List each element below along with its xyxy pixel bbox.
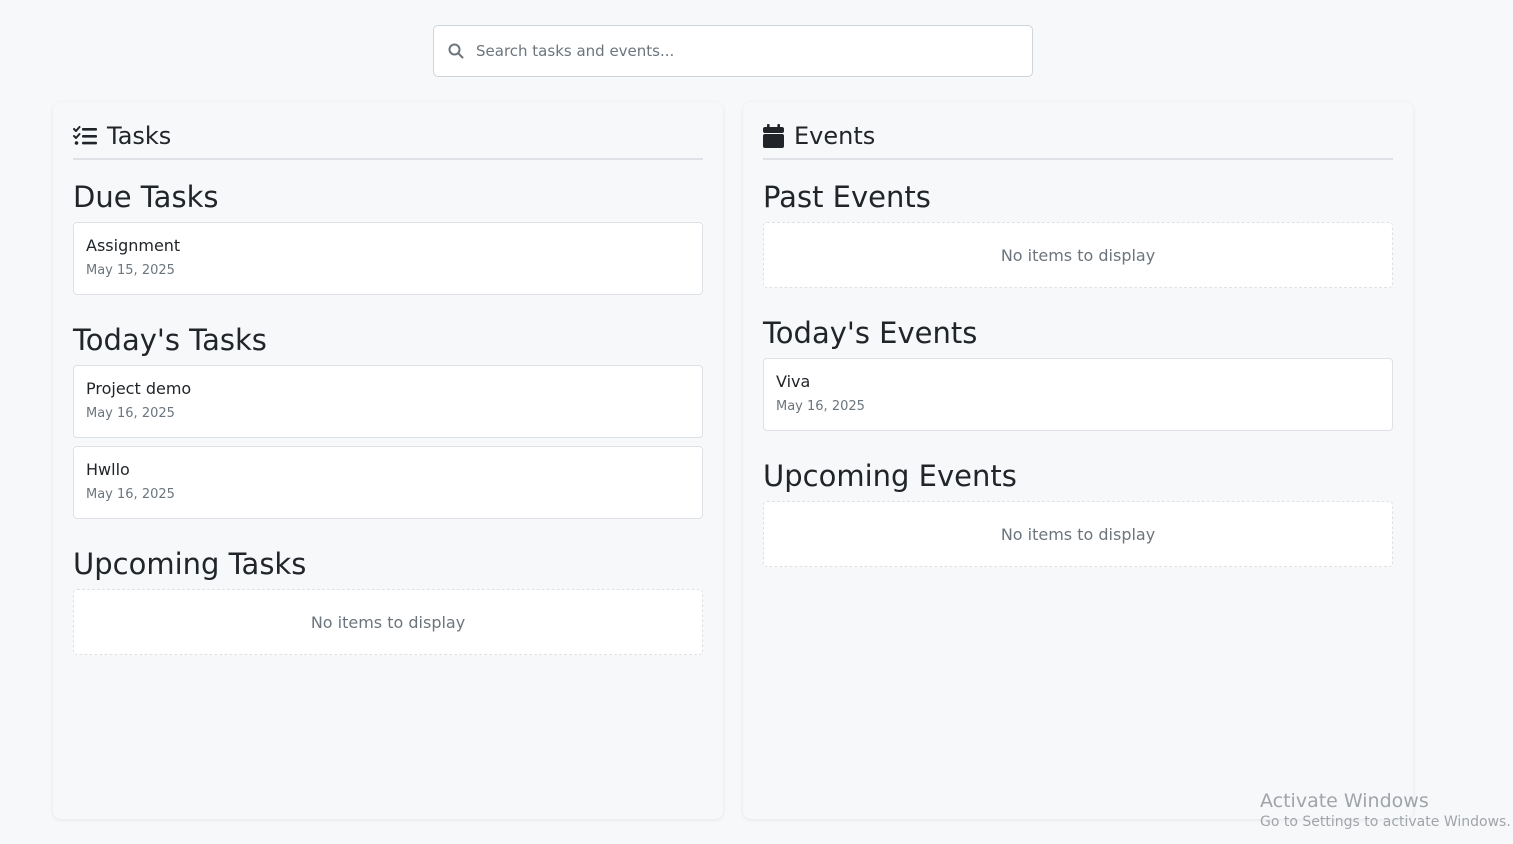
tasks-header: Tasks	[73, 120, 703, 160]
events-panel: Events Past Events No items to display T…	[743, 102, 1413, 819]
task-date: May 16, 2025	[86, 406, 175, 421]
task-title: Assignment	[86, 236, 181, 255]
due-tasks-heading: Due Tasks	[73, 180, 219, 214]
task-date: May 16, 2025	[86, 487, 175, 502]
tasks-panel: Tasks Due Tasks Assignment May 15, 2025 …	[53, 102, 723, 819]
event-card[interactable]: Viva May 16, 2025	[763, 358, 1393, 431]
search-bar[interactable]	[433, 25, 1033, 77]
task-title: Hwllo	[86, 460, 130, 479]
events-header: Events	[763, 120, 1393, 160]
task-date: May 15, 2025	[86, 263, 175, 278]
tasks-title: Tasks	[107, 122, 172, 150]
task-title: Project demo	[86, 379, 192, 398]
todays-events-heading: Today's Events	[763, 316, 978, 350]
todays-tasks-heading: Today's Tasks	[73, 323, 267, 357]
upcoming-tasks-heading: Upcoming Tasks	[73, 547, 307, 581]
events-title: Events	[794, 122, 876, 150]
task-card[interactable]: Project demo May 16, 2025	[73, 365, 703, 438]
task-card[interactable]: Hwllo May 16, 2025	[73, 446, 703, 519]
watermark-title: Activate Windows	[1260, 790, 1429, 812]
activation-watermark: Activate Windows Go to Settings to activ…	[1260, 790, 1511, 830]
event-date: May 16, 2025	[776, 399, 865, 414]
search-input[interactable]	[476, 26, 1032, 76]
task-card[interactable]: Assignment May 15, 2025	[73, 222, 703, 295]
tasks-list-icon	[73, 126, 97, 146]
calendar-icon	[763, 124, 784, 148]
empty-state: No items to display	[73, 589, 703, 655]
empty-state: No items to display	[763, 222, 1393, 288]
upcoming-events-heading: Upcoming Events	[763, 459, 1017, 493]
event-title: Viva	[776, 372, 811, 391]
empty-state: No items to display	[763, 501, 1393, 567]
search-icon	[436, 43, 476, 59]
watermark-subtitle: Go to Settings to activate Windows.	[1260, 814, 1511, 830]
past-events-heading: Past Events	[763, 180, 931, 214]
